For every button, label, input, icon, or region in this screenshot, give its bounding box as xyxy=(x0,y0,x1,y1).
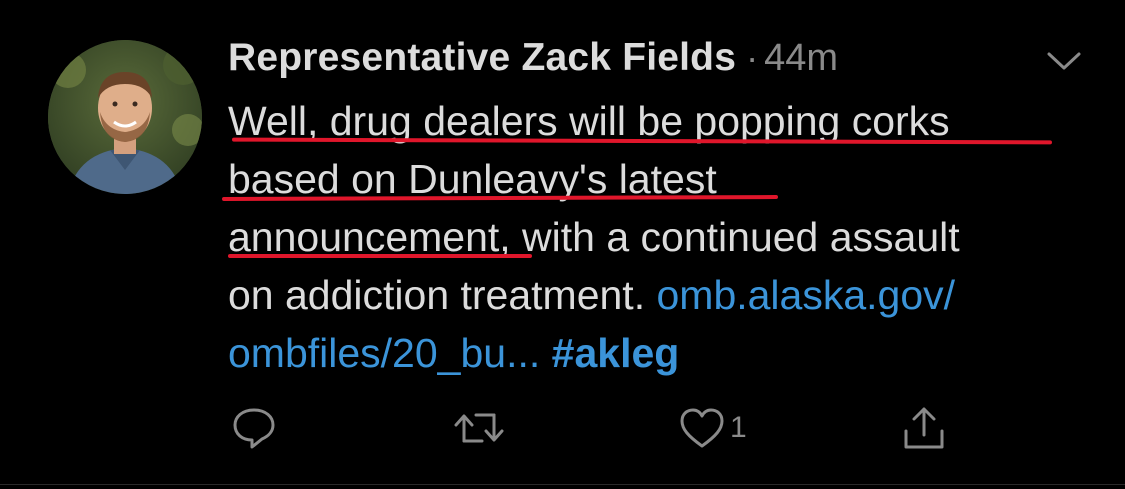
chevron-down-icon[interactable] xyxy=(1044,48,1084,74)
tweet-link-part1[interactable]: omb.alaska.gov/ xyxy=(656,272,955,318)
tweet[interactable]: Representative Zack Fields · 44m Well, d… xyxy=(0,0,1125,489)
retweet-button[interactable] xyxy=(452,404,506,452)
tweet-header: Representative Zack Fields · 44m xyxy=(228,36,838,84)
tweet-text-line-4: on addiction treatment. omb.alaska.gov/ xyxy=(228,266,1088,324)
divider xyxy=(0,484,1125,485)
tweet-text-line-5: ombfiles/20_bu... #akleg xyxy=(228,324,1088,382)
tweet-text: Well, drug dealers will be popping corks… xyxy=(228,92,1088,382)
hashtag-link[interactable]: #akleg xyxy=(552,330,680,376)
share-icon xyxy=(904,407,944,449)
tweet-link-part2[interactable]: ombfiles/20_bu... xyxy=(228,330,540,376)
avatar-image xyxy=(48,40,202,194)
reply-button[interactable] xyxy=(230,404,278,452)
share-button[interactable] xyxy=(900,404,948,452)
separator-dot: · xyxy=(746,37,759,78)
like-button[interactable]: 1 xyxy=(678,404,747,452)
avatar[interactable] xyxy=(48,40,202,194)
heart-icon xyxy=(680,408,724,448)
underline-annotation-3 xyxy=(228,254,532,258)
like-count: 1 xyxy=(730,411,747,444)
retweet-icon xyxy=(454,413,504,443)
tweet-actions: 1 xyxy=(0,404,1125,454)
author-name[interactable]: Representative Zack Fields xyxy=(228,36,736,80)
tweet-text-line-4-text: on addiction treatment. xyxy=(228,272,657,318)
timestamp[interactable]: 44m xyxy=(764,37,838,80)
reply-icon xyxy=(233,408,275,449)
